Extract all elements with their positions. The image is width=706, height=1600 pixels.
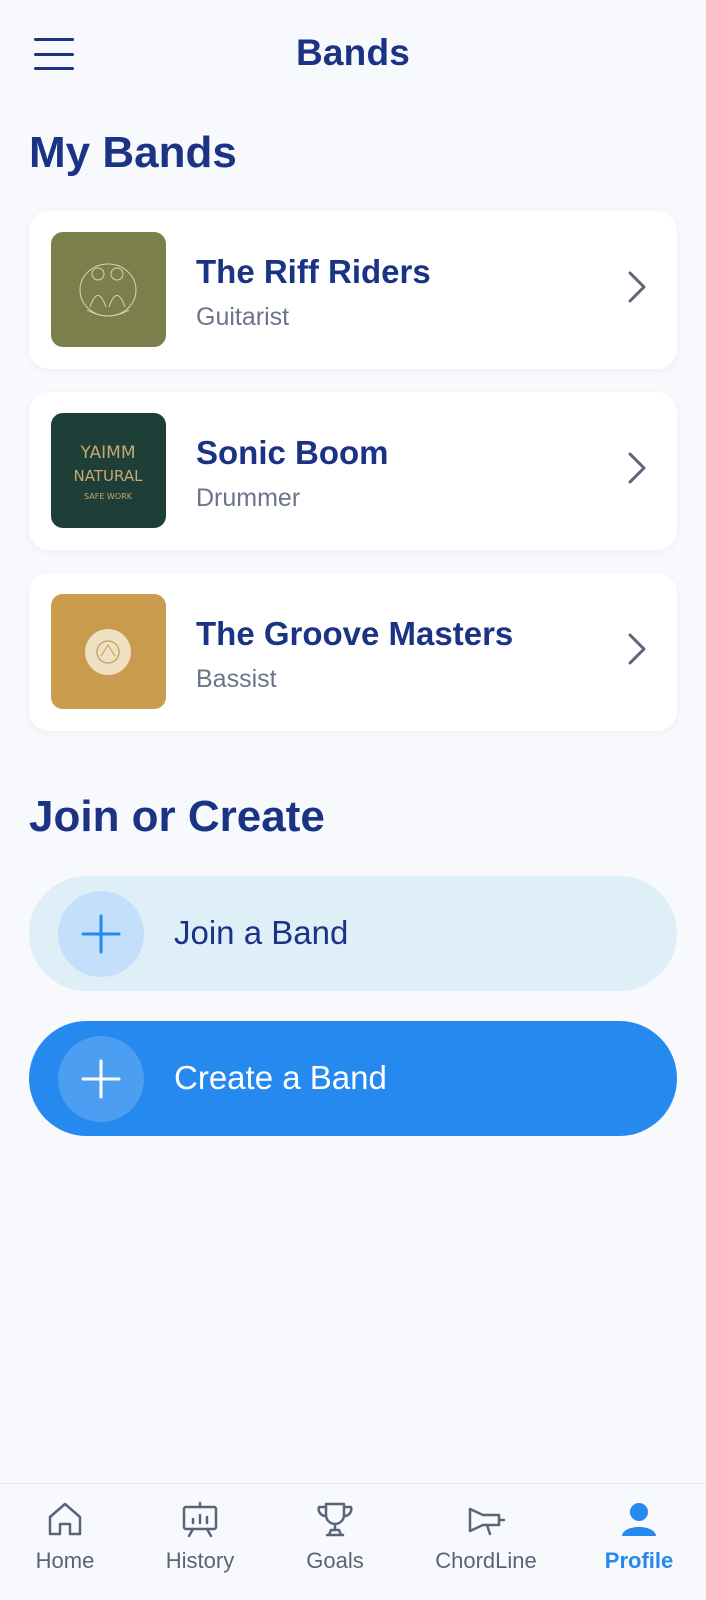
- create-band-label: Create a Band: [174, 1059, 387, 1096]
- profile-icon: [622, 1503, 656, 1536]
- nav-chordline[interactable]: ChordLine: [421, 1498, 551, 1574]
- nav-label: ChordLine: [435, 1548, 537, 1573]
- band-card-groove-masters[interactable]: The Groove Masters Bassist: [29, 573, 677, 731]
- band-role: Bassist: [196, 665, 277, 693]
- chevron-right-icon: [628, 633, 646, 665]
- nav-label: History: [165, 1548, 235, 1573]
- band-card-riff-riders[interactable]: The Riff Riders Guitarist: [29, 211, 677, 369]
- trophy-icon: [317, 1502, 353, 1537]
- create-band-button[interactable]: Create a Band: [29, 1021, 677, 1136]
- nav-profile[interactable]: Profile: [574, 1498, 704, 1574]
- home-icon: [48, 1502, 82, 1536]
- page-title: Bands: [295, 32, 411, 73]
- thumb-text-line2: NATURAL: [74, 467, 144, 485]
- nav-goals[interactable]: Goals: [270, 1498, 400, 1574]
- band-thumbnail: [51, 232, 166, 347]
- thumb-text-line1: YAIMM: [79, 443, 135, 463]
- bottom-nav: Home History Goals ChordLine Profile: [0, 1483, 706, 1600]
- band-role: Drummer: [196, 484, 301, 512]
- nav-home[interactable]: Home: [0, 1498, 130, 1574]
- band-role: Guitarist: [196, 303, 290, 331]
- nav-history[interactable]: History: [135, 1498, 265, 1574]
- band-thumbnail: [51, 594, 166, 709]
- join-or-create-heading: Join or Create: [29, 792, 325, 841]
- join-band-button[interactable]: Join a Band: [29, 876, 677, 991]
- app-screen: Bands My Bands The Riff Riders Guitarist: [0, 0, 706, 1600]
- plus-icon: [58, 891, 144, 977]
- join-band-label: Join a Band: [174, 914, 349, 951]
- header: Bands: [0, 0, 706, 110]
- plus-icon: [58, 1036, 144, 1122]
- chevron-right-icon: [628, 452, 646, 484]
- band-name: Sonic Boom: [196, 434, 389, 471]
- chevron-right-icon: [628, 271, 646, 303]
- thumb-text-line3: SAFE WORK: [84, 492, 133, 501]
- band-name: The Riff Riders: [196, 253, 431, 290]
- nav-label: Profile: [604, 1548, 674, 1573]
- band-thumbnail: YAIMM NATURAL SAFE WORK: [51, 413, 166, 528]
- nav-label: Goals: [306, 1548, 364, 1573]
- history-chart-icon: [182, 1501, 218, 1538]
- band-card-sonic-boom[interactable]: YAIMM NATURAL SAFE WORK Sonic Boom Drumm…: [29, 392, 677, 550]
- band-name: The Groove Masters: [196, 615, 514, 652]
- megaphone-icon: [468, 1507, 506, 1536]
- nav-label: Home: [35, 1548, 95, 1573]
- my-bands-heading: My Bands: [29, 128, 237, 177]
